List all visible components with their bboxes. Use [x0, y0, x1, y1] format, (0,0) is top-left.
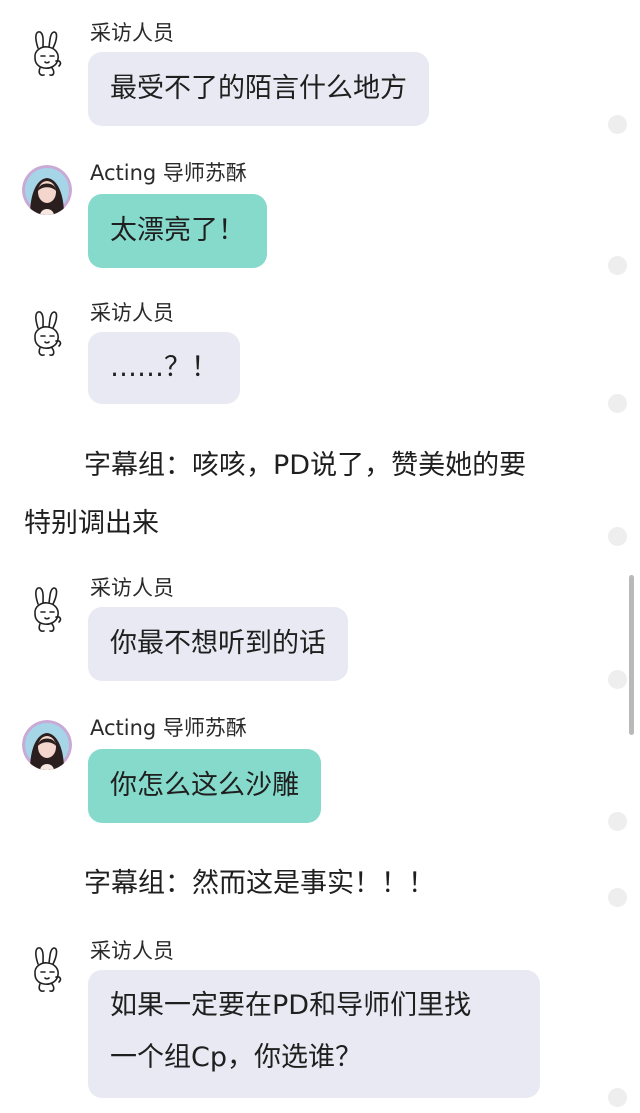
- select-dot[interactable]: [608, 670, 627, 689]
- rabbit-avatar-icon[interactable]: [22, 584, 72, 634]
- rabbit-avatar-icon[interactable]: [22, 308, 72, 358]
- sender-name: Acting 导师苏酥: [90, 716, 247, 740]
- sender-name: 采访人员: [90, 21, 174, 45]
- select-dot[interactable]: [608, 394, 627, 413]
- subtitle-caption: 特别调出来: [24, 508, 159, 539]
- rabbit-avatar-icon[interactable]: [22, 944, 72, 994]
- rabbit-avatar-icon[interactable]: [22, 28, 72, 78]
- select-dot[interactable]: [608, 812, 627, 831]
- sender-name: Acting 导师苏酥: [90, 161, 247, 185]
- message-bubble[interactable]: 最受不了的陌言什么地方: [88, 52, 429, 126]
- select-dot[interactable]: [608, 888, 627, 907]
- message-line: 如果一定要在PD和导师们里找: [110, 990, 472, 1021]
- sender-name: 采访人员: [90, 301, 174, 325]
- select-dot[interactable]: [608, 256, 627, 275]
- subtitle-caption: 字幕组：咳咳，PD说了，赞美她的要: [84, 450, 527, 481]
- girl-photo-avatar[interactable]: [22, 720, 72, 770]
- message-line: 一个组Cp，你选谁？: [110, 1042, 362, 1073]
- select-dot[interactable]: [608, 115, 627, 134]
- sender-name: 采访人员: [90, 576, 174, 600]
- message-bubble[interactable]: 你怎么这么沙雕: [88, 749, 321, 823]
- select-dot[interactable]: [608, 1088, 627, 1107]
- subtitle-caption: 字幕组：然而这是事实！！！: [84, 868, 435, 899]
- select-dot[interactable]: [608, 527, 627, 546]
- message-bubble[interactable]: 太漂亮了！: [88, 194, 267, 268]
- girl-photo-avatar[interactable]: [22, 165, 72, 215]
- message-bubble[interactable]: ……？！: [88, 332, 240, 404]
- scrollbar[interactable]: [629, 575, 634, 735]
- sender-name: 采访人员: [90, 939, 174, 963]
- message-bubble[interactable]: 如果一定要在PD和导师们里找 一个组Cp，你选谁？: [88, 970, 540, 1098]
- message-bubble[interactable]: 你最不想听到的话: [88, 607, 348, 681]
